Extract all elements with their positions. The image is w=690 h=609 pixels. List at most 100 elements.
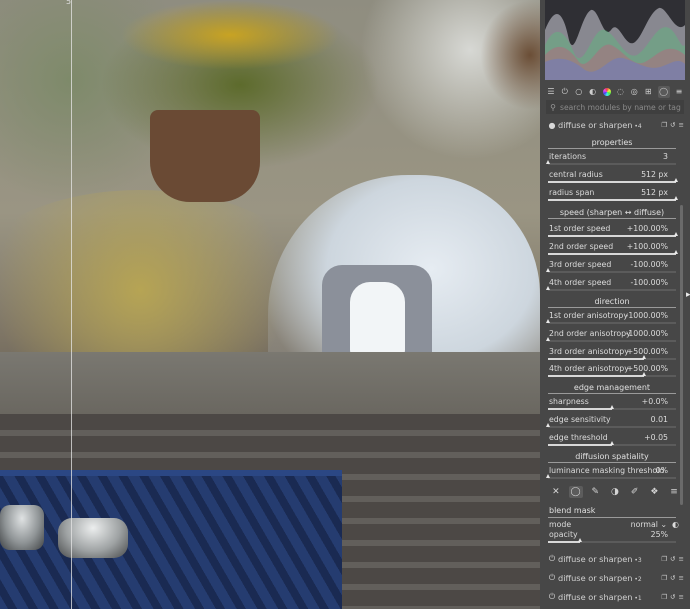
swirl-icon[interactable]: ◎ xyxy=(630,87,639,96)
slider-thumb[interactable] xyxy=(545,423,550,427)
multi-instance-icon[interactable]: ❐ xyxy=(661,121,667,129)
slider-central-radius[interactable]: central radius 512 px xyxy=(548,170,678,187)
slider-1st-order-speed[interactable]: 1st order speed +100.00% xyxy=(548,224,678,241)
slider-sharpness[interactable]: sharpness +0.0% xyxy=(548,397,676,414)
combined-mask-icon[interactable]: ❖ xyxy=(647,486,661,498)
slider-value: -100.00% xyxy=(630,260,668,269)
slider-thumb[interactable] xyxy=(545,160,550,164)
panel-scrollbar[interactable] xyxy=(680,205,683,505)
presets-icon[interactable]: ≡ xyxy=(679,121,684,129)
slider-track[interactable] xyxy=(545,337,676,342)
slider-3rd-order-speed[interactable]: 3rd order speed -100.00% xyxy=(545,260,676,277)
slider-track[interactable] xyxy=(548,250,678,255)
sliders-icon[interactable]: ☰ xyxy=(546,87,555,96)
slider-opacity[interactable]: opacity 25% xyxy=(548,530,676,547)
slider-thumb[interactable] xyxy=(545,337,550,341)
collapse-panel-arrow[interactable]: ▸ xyxy=(686,290,690,300)
slider-2nd-order-anisotropy[interactable]: 2nd order anisotropy -1000.00% xyxy=(545,329,676,346)
reset-icon[interactable]: ↺ xyxy=(670,593,675,601)
slider-thumb[interactable] xyxy=(673,178,678,182)
slider-thumb[interactable] xyxy=(673,232,678,236)
slider-iterations[interactable]: iterations 3 xyxy=(545,152,676,169)
slider-thumb[interactable] xyxy=(545,286,550,290)
slider-track[interactable] xyxy=(548,178,678,183)
grid-icon[interactable]: ⊞ xyxy=(644,87,653,96)
color-wheel-icon[interactable] xyxy=(602,87,611,96)
presets-icon[interactable]: ≡ xyxy=(679,574,684,582)
slider-4th-order-anisotropy[interactable]: 4th order anisotropy +500.00% xyxy=(548,364,676,381)
slider-luminance-masking-threshold[interactable]: luminance masking threshold 0% xyxy=(545,466,676,483)
slider-thumb[interactable] xyxy=(545,268,550,272)
slider-thumb[interactable] xyxy=(545,474,550,478)
slider-edge-threshold[interactable]: edge threshold +0.05 xyxy=(548,433,676,450)
image-canvas[interactable]: 5 xyxy=(0,0,540,609)
module-search-box[interactable]: ⚲ search modules by name or tag xyxy=(546,100,684,114)
slider-edge-sensitivity[interactable]: edge sensitivity 0.01 xyxy=(545,415,676,432)
close-icon[interactable]: ✕ xyxy=(549,486,563,498)
raster-mask-icon[interactable]: ✐ xyxy=(628,486,642,498)
power-icon[interactable]: ⏻ xyxy=(560,87,569,96)
slider-track[interactable] xyxy=(548,372,676,377)
multi-instance-icon[interactable]: ❐ xyxy=(661,574,667,582)
guide-line[interactable] xyxy=(71,0,72,609)
slider-thumb[interactable] xyxy=(673,196,678,200)
slider-track[interactable] xyxy=(545,319,676,324)
slider-track[interactable] xyxy=(545,423,676,428)
reset-icon[interactable]: ↺ xyxy=(670,555,675,563)
menu-icon[interactable]: ≡ xyxy=(674,87,683,96)
ring-icon[interactable]: ◯ xyxy=(657,85,670,98)
pen-mask-icon[interactable]: ✎ xyxy=(588,486,602,498)
slider-track[interactable] xyxy=(545,160,676,165)
parametric-mask-icon[interactable]: ◑ xyxy=(608,486,622,498)
slider-track[interactable] xyxy=(545,286,676,291)
slider-4th-order-speed[interactable]: 4th order speed -100.00% xyxy=(545,278,676,295)
menu-icon[interactable]: ≡ xyxy=(667,486,681,498)
slider-3rd-order-anisotropy[interactable]: 3rd order anisotropy +500.00% xyxy=(548,347,676,364)
slider-value: 512 px xyxy=(641,170,668,179)
reverse-blend-icon[interactable]: ◐ xyxy=(672,520,679,529)
palette-icon[interactable]: ◌ xyxy=(616,87,625,96)
module-header-diffuse-3[interactable]: ⏻ diffuse or sharpen •3 ❐ ↺ ≡ xyxy=(546,551,684,567)
slider-track[interactable] xyxy=(548,538,676,543)
slider-thumb[interactable] xyxy=(673,250,678,254)
power-icon[interactable]: ⏻ xyxy=(546,592,558,602)
multi-instance-icon[interactable]: ❐ xyxy=(661,555,667,563)
module-header-diffuse-1[interactable]: ⏻ diffuse or sharpen •1 ❐ ↺ ≡ xyxy=(546,589,684,605)
power-icon[interactable]: ⏻ xyxy=(546,573,558,583)
slider-track[interactable] xyxy=(548,232,678,237)
circle-icon[interactable]: ○ xyxy=(574,87,583,96)
slider-thumb[interactable] xyxy=(609,441,614,445)
presets-icon[interactable]: ≡ xyxy=(679,593,684,601)
slider-track[interactable] xyxy=(545,268,676,273)
reset-icon[interactable]: ↺ xyxy=(670,121,675,129)
slider-track[interactable] xyxy=(548,355,676,360)
slider-thumb[interactable] xyxy=(577,538,582,542)
search-icon: ⚲ xyxy=(550,102,556,112)
power-icon[interactable]: ⏻ xyxy=(546,554,558,564)
module-header-diffuse-2[interactable]: ⏻ diffuse or sharpen •2 ❐ ↺ ≡ xyxy=(546,570,684,586)
slider-thumb[interactable] xyxy=(641,372,646,376)
slider-thumb[interactable] xyxy=(641,355,646,359)
slider-value: +500.00% xyxy=(626,347,668,356)
reset-icon[interactable]: ↺ xyxy=(670,574,675,582)
slider-track[interactable] xyxy=(548,405,676,410)
circle-mask-icon[interactable]: ◯ xyxy=(568,486,583,498)
slider-track[interactable] xyxy=(548,441,676,446)
blend-mode-dropdown[interactable]: mode normal ⌄ ◐ xyxy=(549,520,679,529)
presets-icon[interactable]: ≡ xyxy=(679,555,684,563)
slider-radius-span[interactable]: radius span 512 px xyxy=(548,188,678,205)
right-panel: ☰ ⏻ ○ ◐ ◌ ◎ ⊞ ◯ ≡ ⚲ search modules by na… xyxy=(540,0,690,609)
half-circle-icon[interactable]: ◐ xyxy=(588,87,597,96)
slider-track[interactable] xyxy=(545,474,676,479)
slider-label: 3rd order anisotropy xyxy=(549,347,629,356)
slider-1st-order-anisotropy[interactable]: 1st order anisotropy -1000.00% xyxy=(545,311,676,328)
histogram[interactable] xyxy=(545,0,685,80)
slider-label: opacity xyxy=(549,530,578,539)
slider-thumb[interactable] xyxy=(609,405,614,409)
slider-2nd-order-speed[interactable]: 2nd order speed +100.00% xyxy=(548,242,678,259)
module-header-diffuse-4[interactable]: ● diffuse or sharpen •4 ❐ ↺ ≡ xyxy=(546,117,685,133)
slider-thumb[interactable] xyxy=(545,319,550,323)
multi-instance-icon[interactable]: ❐ xyxy=(661,593,667,601)
power-icon[interactable]: ● xyxy=(546,121,558,130)
slider-track[interactable] xyxy=(548,196,678,201)
